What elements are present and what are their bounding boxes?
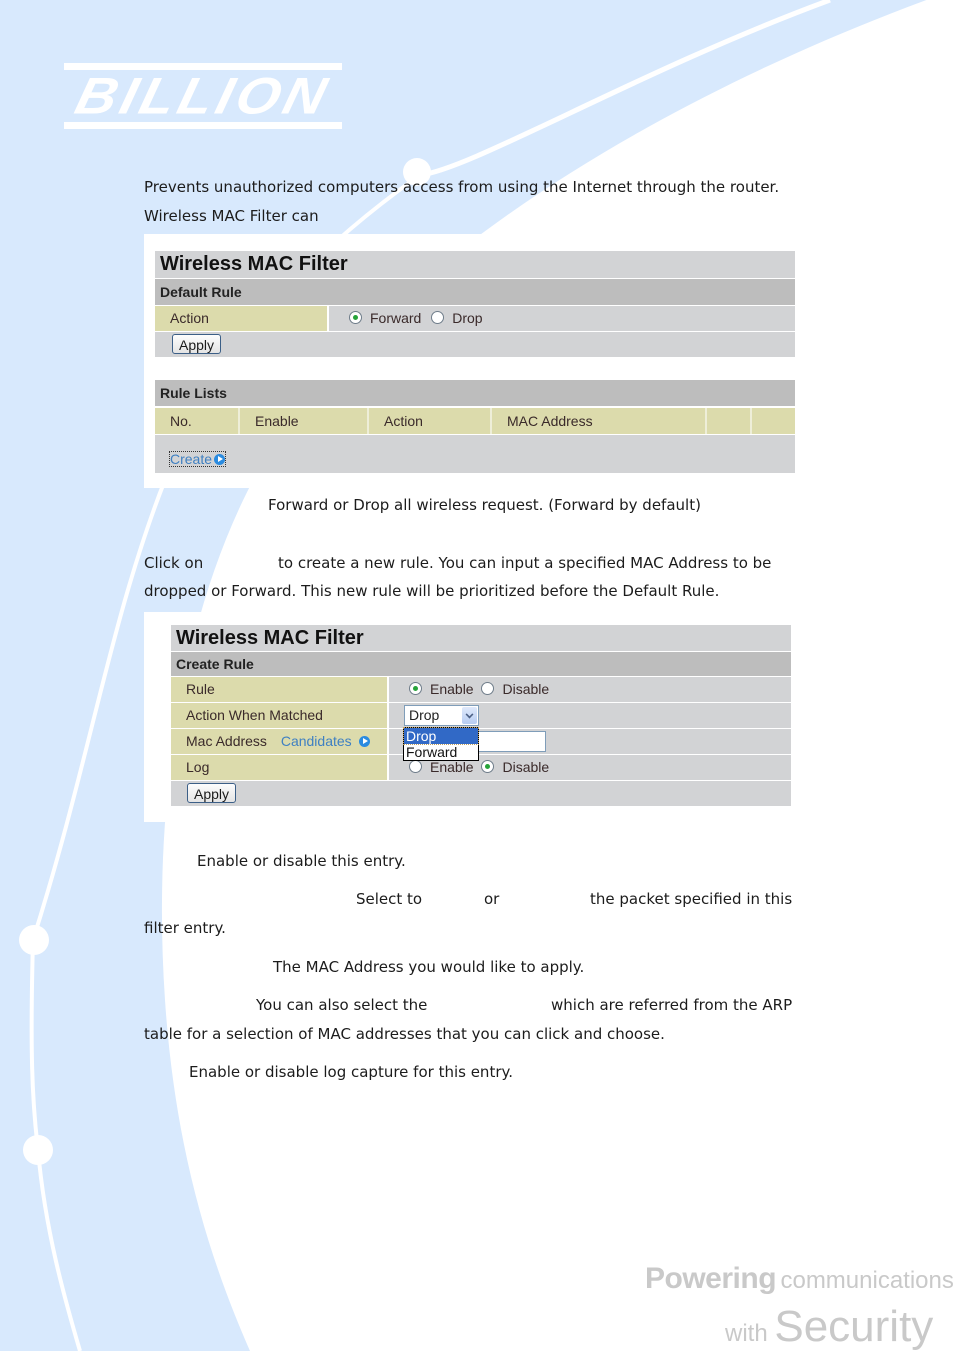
mac-address-label-cell: Mac Address Candidates (171, 729, 387, 754)
action-description-c: the packet specified in this (590, 890, 793, 908)
decoration-dot (23, 1135, 53, 1165)
action-select[interactable]: Drop (404, 705, 479, 726)
candidates-description-b: which are referred from the ARP (551, 996, 793, 1014)
log-row: Log Enable Disable (171, 755, 791, 780)
slogan-communications: communications (780, 1267, 954, 1294)
mac-description: The MAC Address you would like to apply. (273, 958, 585, 976)
default-rule-description: Forward or Drop all wireless request. (F… (268, 496, 701, 514)
create-para-line2: dropped or Forward. This new rule will b… (144, 582, 720, 600)
mac-address-label: Mac Address (186, 733, 267, 749)
log-label: Log (171, 755, 387, 780)
intro-line-2: Wireless MAC Filter can (144, 207, 319, 225)
mac-address-row: Mac Address Candidates (171, 729, 791, 754)
section-default-rule: Default Rule (155, 279, 795, 305)
apply-row: Apply (171, 781, 791, 806)
rule-row: Rule Enable Disable (171, 677, 791, 702)
chevron-down-icon[interactable] (462, 707, 477, 724)
log-disable-label: Disable (502, 759, 550, 775)
logo-text: BILLION (69, 66, 337, 125)
action-label: Action (155, 306, 327, 331)
panel-title: Wireless MAC Filter (155, 251, 795, 278)
candidates-description-line2: table for a selection of MAC addresses t… (144, 1025, 665, 1043)
log-enable-radio[interactable]: Enable (409, 759, 474, 775)
rule-list-header: No. Enable Action MAC Address (155, 408, 795, 434)
action-dropdown-list: Drop Forward (403, 727, 479, 761)
create-link[interactable]: Create (168, 451, 227, 467)
decoration-dot (19, 925, 49, 955)
logo-bar-bottom (64, 122, 342, 129)
arrow-right-circle-icon (214, 454, 226, 465)
rule-enable-radio[interactable]: Enable (409, 681, 474, 697)
action-select-value: Drop (409, 707, 440, 723)
arrow-right-circle-icon (358, 736, 370, 747)
column-no: No. (155, 408, 240, 434)
apply-button[interactable]: Apply (172, 334, 222, 354)
create-rule-panel: Wireless MAC Filter Create Rule Rule Ena… (171, 625, 791, 806)
apply-row: Apply (155, 332, 795, 357)
create-rule-screenshot: Wireless MAC Filter Create Rule Rule Ena… (144, 612, 804, 822)
rule-disable-radio[interactable]: Disable (481, 681, 549, 697)
radio-checked-icon (481, 760, 495, 773)
candidates-description-a: You can also select the (256, 996, 428, 1014)
drop-label: Drop (452, 310, 483, 326)
column-delete (752, 408, 795, 434)
create-row: Create (155, 435, 795, 473)
action-row: Action Forward Drop (155, 306, 795, 331)
create-para-line1: to create a new rule. You can input a sp… (278, 554, 772, 572)
action-when-matched-label: Action When Matched (171, 703, 387, 728)
panel-title: Wireless MAC Filter (171, 625, 791, 651)
log-enable-label: Enable (430, 759, 474, 775)
rule-description: Enable or disable this entry. (197, 852, 406, 870)
action-options: Forward Drop (329, 306, 795, 331)
radio-unchecked-icon (409, 760, 422, 773)
action-when-matched-value: Drop (389, 703, 791, 728)
slogan-security: Security (774, 1302, 934, 1351)
create-para-click-on: Click on (144, 554, 204, 572)
mac-filter-panel: Wireless MAC Filter Default Rule Action … (155, 251, 795, 473)
log-disable-radio[interactable]: Disable (481, 759, 549, 775)
section-create-rule: Create Rule (171, 652, 791, 676)
slogan-with: with (725, 1320, 768, 1347)
rule-disable-label: Disable (502, 681, 550, 697)
candidates-label: Candidates (280, 733, 352, 749)
brand-slogan: Powering communications with Security (645, 1262, 954, 1351)
section-rule-lists: Rule Lists (155, 380, 795, 406)
forward-radio[interactable]: Forward (349, 310, 421, 326)
forward-label: Forward (370, 310, 422, 326)
log-description: Enable or disable log capture for this e… (189, 1063, 513, 1081)
action-when-matched-row: Action When Matched Drop (171, 703, 791, 728)
apply-button[interactable]: Apply (187, 783, 237, 803)
radio-checked-icon (349, 311, 362, 324)
action-description-a: Select to (356, 890, 423, 908)
radio-checked-icon (409, 682, 422, 695)
create-label: Create (170, 451, 213, 467)
dropdown-option-forward[interactable]: Forward (404, 744, 478, 760)
action-description-line2: filter entry. (144, 919, 226, 937)
column-action: Action (369, 408, 492, 434)
column-mac-address: MAC Address (492, 408, 707, 434)
rule-options: Enable Disable (389, 677, 791, 702)
rule-enable-label: Enable (430, 681, 474, 697)
billion-logo: BILLION (62, 63, 344, 131)
action-description-b: or (484, 890, 500, 908)
radio-unchecked-icon (431, 311, 445, 324)
rule-label: Rule (171, 677, 387, 702)
candidates-link[interactable]: Candidates (281, 733, 370, 749)
column-edit (707, 408, 752, 434)
radio-unchecked-icon (481, 682, 495, 695)
default-rule-screenshot: Wireless MAC Filter Default Rule Action … (144, 234, 804, 488)
dropdown-option-drop[interactable]: Drop (403, 727, 479, 745)
intro-line-1: Prevents unauthorized computers access f… (144, 178, 780, 196)
drop-radio[interactable]: Drop (431, 310, 483, 326)
slogan-powering: Powering (645, 1262, 777, 1295)
column-enable: Enable (240, 408, 369, 434)
